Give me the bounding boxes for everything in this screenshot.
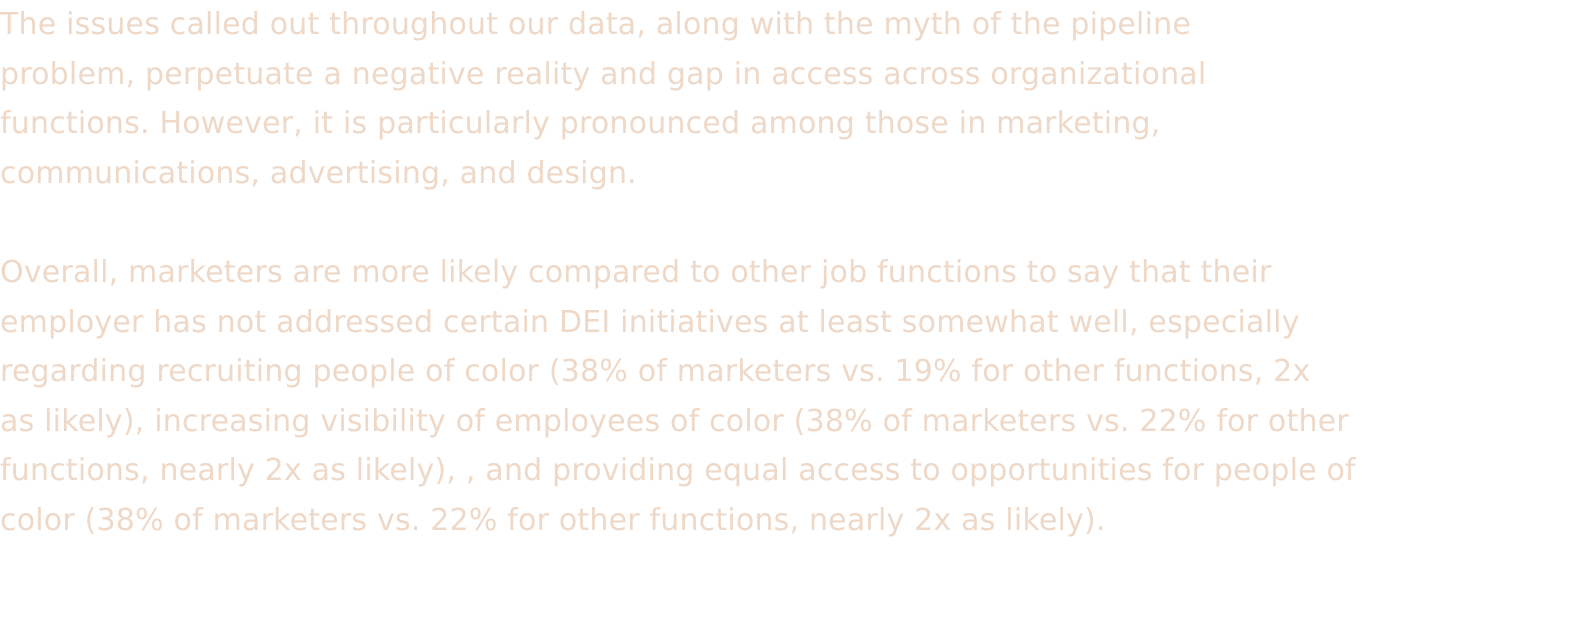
text-line: as likely), increasing visibility of emp… bbox=[0, 403, 1349, 439]
article-body: The issues called out throughout our dat… bbox=[0, 0, 1570, 546]
paragraph-marketers-dei: Overall, marketers are more likely compa… bbox=[0, 248, 1570, 546]
text-line: communications, advertising, and design. bbox=[0, 155, 637, 191]
text-line: The issues called out throughout our dat… bbox=[0, 7, 1191, 42]
text-line: functions. However, it is particularly p… bbox=[0, 106, 1161, 142]
text-line: problem, perpetuate a negative reality a… bbox=[0, 56, 1207, 92]
text-line: functions, nearly 2x as likely), , and p… bbox=[0, 453, 1356, 489]
text-line: color (38% of marketers vs. 22% for othe… bbox=[0, 502, 1106, 538]
text-line: Overall, marketers are more likely compa… bbox=[0, 254, 1272, 290]
text-line: employer has not addressed certain DEI i… bbox=[0, 304, 1300, 340]
paragraph-pipeline-problem: The issues called out throughout our dat… bbox=[0, 0, 1570, 198]
text-line: regarding recruiting people of color (38… bbox=[0, 354, 1311, 390]
